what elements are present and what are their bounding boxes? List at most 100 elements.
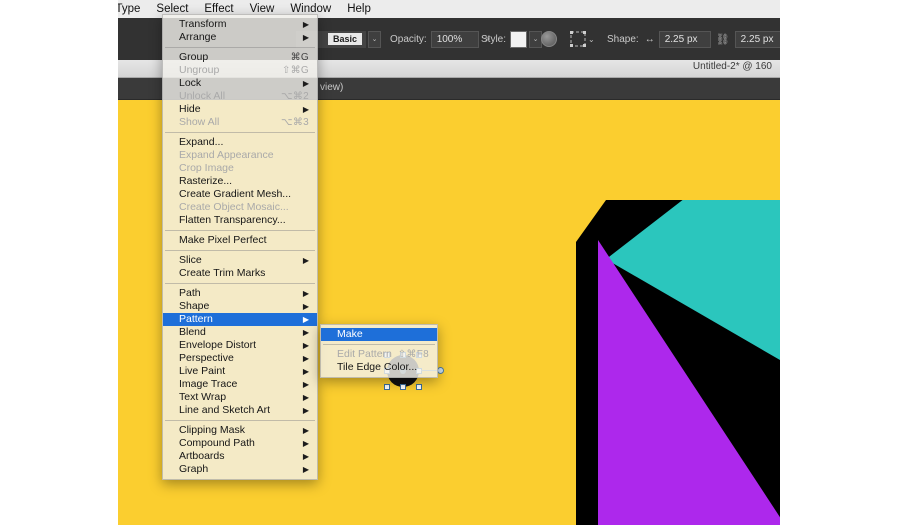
- menu-separator: [165, 420, 315, 421]
- style-group: Style: ⌄: [481, 30, 543, 48]
- menu-item-expand-appearance: Expand Appearance: [163, 149, 317, 162]
- menu-item-rasterize[interactable]: Rasterize...: [163, 175, 317, 188]
- menu-item-create-trim-marks[interactable]: Create Trim Marks: [163, 267, 317, 280]
- document-tab-left[interactable]: PU Preview): [2, 82, 58, 93]
- menu-item-flatten-transparency[interactable]: Flatten Transparency...: [163, 214, 317, 227]
- menu-item-label: Edit Pattern: [337, 348, 392, 360]
- menu-item-label: Flatten Transparency...: [179, 214, 286, 226]
- menu-item-label: Shape: [179, 300, 210, 312]
- menu-item-tile-edge-color[interactable]: Tile Edge Color...: [321, 361, 437, 374]
- menu-item-label: Hide: [179, 103, 201, 115]
- menu-item-ungroup: Ungroup ⇧⌘G: [163, 64, 317, 77]
- menu-item-pattern[interactable]: Pattern ▶: [163, 313, 317, 326]
- menu-item-shortcut: ⌥⌘2: [281, 91, 309, 102]
- menu-item-label: Live Paint: [179, 365, 226, 377]
- menu-item-label: Expand Appearance: [179, 149, 274, 161]
- submenu-arrow-icon: ▶: [302, 256, 309, 265]
- menu-item-label: Pattern: [179, 313, 213, 325]
- menu-item-arrange[interactable]: Arrange ▶: [163, 31, 317, 44]
- menu-item-label: Text Wrap: [179, 391, 227, 403]
- menu-item-artboards[interactable]: Artboards ▶: [163, 450, 317, 463]
- menu-item-label: Artboards: [179, 450, 225, 462]
- menu-object-item[interactable]: Object: [58, 0, 108, 18]
- submenu-arrow-icon: ▶: [302, 439, 309, 448]
- menu-item-compound-path[interactable]: Compound Path ▶: [163, 437, 317, 450]
- menu-item-transform[interactable]: Transform ▶: [163, 18, 317, 31]
- style-swatch[interactable]: [510, 30, 528, 48]
- menu-item-label: Rasterize...: [179, 175, 233, 187]
- menu-item-label: Arrange: [179, 31, 217, 43]
- menu-item-label: Compound Path: [179, 437, 255, 449]
- document-tab-bar: PU Preview) view): [0, 78, 780, 100]
- submenu-arrow-icon: ▶: [302, 406, 309, 415]
- menu-item-label: Image Trace: [179, 378, 238, 390]
- stroke-profile-chevron-down-icon[interactable]: ⌄: [368, 30, 381, 48]
- menu-edit-item[interactable]: Edit: [22, 0, 58, 18]
- document-tab-right[interactable]: view): [320, 82, 343, 93]
- rotation-handle[interactable]: [437, 367, 444, 374]
- shape-width-input[interactable]: 2.25 px: [658, 30, 711, 48]
- menu-separator: [165, 230, 315, 231]
- screenshot-root: ➤ ⌄ Stroke: Basic ⌄ Opacity: 100% >: [0, 0, 900, 525]
- menu-bar: e Edit Object Type Select Effect View Window Hel…: [0, 0, 780, 18]
- menu-item-label: Create Object Mosaic...: [179, 201, 289, 213]
- menu-item-line-and-sketch-art[interactable]: Line and Sketch Art ▶: [163, 404, 317, 417]
- stroke-profile-value: Basic: [327, 33, 362, 45]
- submenu-arrow-icon: ▶: [302, 452, 309, 461]
- menu-item-shortcut: ⇧⌘F8: [397, 349, 429, 360]
- opacity-input[interactable]: 100%: [430, 30, 479, 48]
- align-chevron-down-icon[interactable]: ⌄: [588, 35, 595, 44]
- menu-item-clipping-mask[interactable]: Clipping Mask ▶: [163, 424, 317, 437]
- menu-item-path[interactable]: Path ▶: [163, 287, 317, 300]
- menu-item-envelope-distort[interactable]: Envelope Distort ▶: [163, 339, 317, 352]
- menu-item-blend[interactable]: Blend ▶: [163, 326, 317, 339]
- object-dropdown-menu[interactable]: Transform ▶ Arrange ▶ Group ⌘G Ungroup ⇧⌘G Lock ▶…: [162, 14, 318, 480]
- submenu-arrow-icon: ▶: [302, 367, 309, 376]
- selection-cursor-icon[interactable]: ➤: [8, 38, 28, 61]
- menu-item-label: Line and Sketch Art: [179, 404, 271, 416]
- style-label: Style:: [481, 33, 507, 45]
- width-icon: ↔: [644, 33, 655, 45]
- appearance-sphere-icon[interactable]: [541, 30, 557, 48]
- menu-item-live-paint[interactable]: Live Paint ▶: [163, 365, 317, 378]
- menu-separator: [165, 250, 315, 251]
- menu-separator: [165, 47, 315, 48]
- menu-item-hide[interactable]: Hide ▶: [163, 103, 317, 116]
- menu-e-item[interactable]: e: [0, 0, 22, 18]
- menu-item-lock[interactable]: Lock ▶: [163, 77, 317, 90]
- submenu-arrow-icon: ▶: [302, 289, 309, 298]
- menu-item-label: Group: [179, 51, 209, 63]
- menu-item-label: Make Pixel Perfect: [179, 234, 267, 246]
- submenu-arrow-icon: ▶: [302, 315, 309, 324]
- menu-item-graph[interactable]: Graph ▶: [163, 463, 317, 476]
- menu-item-image-trace[interactable]: Image Trace ▶: [163, 378, 317, 391]
- menu-item-label: Tile Edge Color...: [337, 361, 418, 373]
- menu-help-item[interactable]: Help: [339, 0, 379, 18]
- menu-item-create-gradient-mesh[interactable]: Create Gradient Mesh...: [163, 188, 317, 201]
- menu-item-edit-pattern: Edit Pattern ⇧⌘F8: [321, 348, 437, 361]
- resize-handle-sw[interactable]: [384, 384, 390, 390]
- menu-item-label: Envelope Distort: [179, 339, 257, 351]
- menu-separator: [165, 132, 315, 133]
- menu-type-item[interactable]: Type: [107, 0, 148, 18]
- menu-item-slice[interactable]: Slice ▶: [163, 254, 317, 267]
- resize-handle-s[interactable]: [400, 384, 406, 390]
- resize-handle-se[interactable]: [416, 384, 422, 390]
- stroke-label: Stroke:: [47, 33, 79, 45]
- menu-item-perspective[interactable]: Perspective ▶: [163, 352, 317, 365]
- menu-item-make-pixel-perfect[interactable]: Make Pixel Perfect: [163, 234, 317, 247]
- menu-item-label: Slice: [179, 254, 202, 266]
- menu-item-text-wrap[interactable]: Text Wrap ▶: [163, 391, 317, 404]
- menu-item-expand[interactable]: Expand...: [163, 136, 317, 149]
- menu-item-create-object-mosaic: Create Object Mosaic...: [163, 201, 317, 214]
- link-broken-icon[interactable]: ⛓: [716, 33, 730, 46]
- artboard-canvas[interactable]: [0, 100, 780, 525]
- menu-item-group[interactable]: Group ⌘G: [163, 51, 317, 64]
- submenu-arrow-icon: ▶: [302, 380, 309, 389]
- shape-height-input[interactable]: 2.25 px: [734, 30, 780, 48]
- menu-item-label: Show All: [179, 116, 220, 128]
- align-icon[interactable]: ⌄: [570, 30, 595, 48]
- menu-item-shape[interactable]: Shape ▶: [163, 300, 317, 313]
- menu-item-make[interactable]: Make: [321, 328, 437, 341]
- pattern-submenu[interactable]: Make Edit Pattern ⇧⌘F8 Tile Edge Color...: [320, 324, 438, 378]
